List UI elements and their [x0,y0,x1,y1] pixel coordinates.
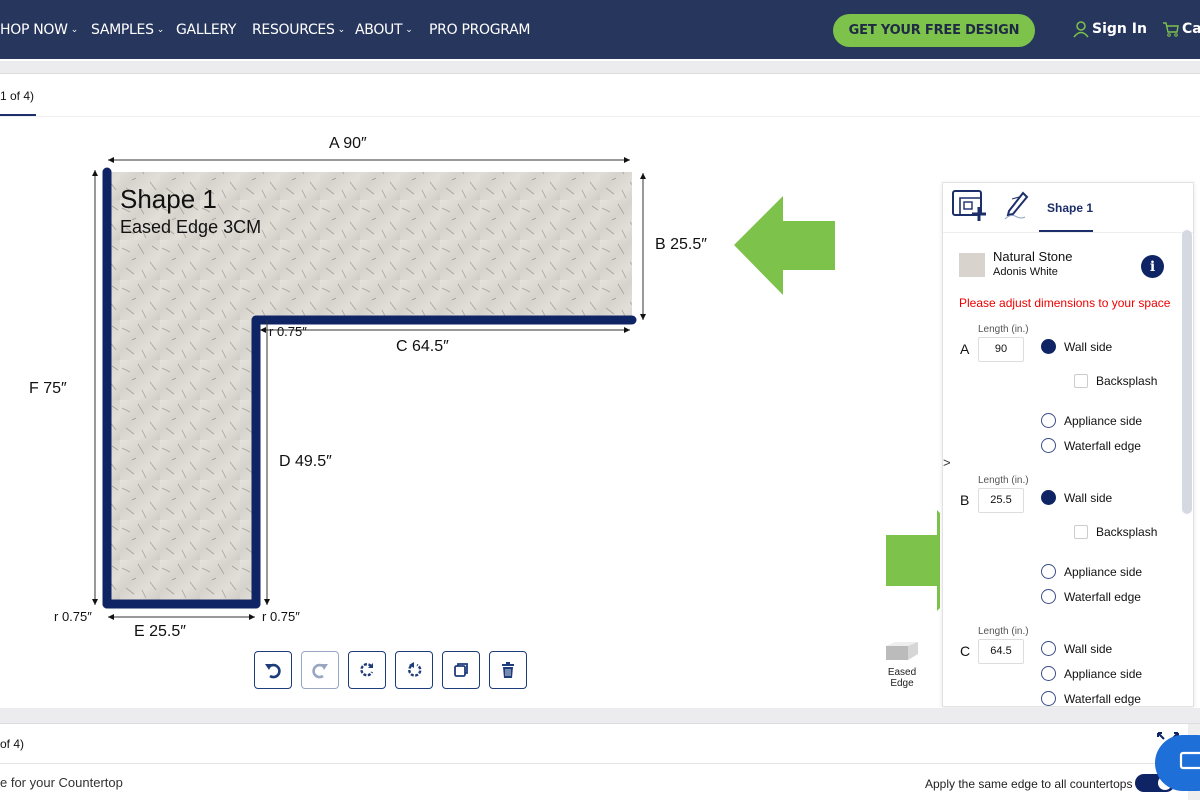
radio[interactable] [1041,691,1056,706]
radius-bottom-left: r 0.75″ [54,609,92,624]
side-letter: A [960,341,970,357]
chevron-right-icon[interactable]: > [943,455,951,470]
option-label: Backsplash [1096,525,1158,539]
rotate-clockwise-icon [360,663,374,677]
rotate-cw-button[interactable] [348,651,386,689]
radio[interactable] [1041,641,1056,656]
length-label: Length (in.) [978,475,1029,486]
radio[interactable] [1041,413,1056,428]
radius-inner: r 0.75″ [269,324,307,339]
green-arrow-left [734,196,835,295]
sign-in-link[interactable]: Sign In [1072,20,1147,38]
radio[interactable] [1041,666,1056,681]
option-backsplash-b[interactable]: Backsplash [1074,525,1157,539]
option-label: Backsplash [1096,374,1158,388]
divider [0,763,1200,764]
option-waterfall-edge-a[interactable]: Waterfall edge [1041,438,1141,453]
option-backsplash-a[interactable]: Backsplash [1074,374,1157,388]
undo-icon [265,663,281,679]
user-icon [1073,21,1089,38]
option-appliance-side-a[interactable]: Appliance side [1041,413,1142,428]
radio-selected[interactable] [1041,490,1056,505]
side-letter: B [960,492,970,508]
checkbox[interactable] [1074,525,1088,539]
option-label: Waterfall edge [1064,589,1141,604]
panel-scrollbar[interactable] [1182,230,1192,514]
length-label: Length (in.) [978,324,1029,335]
radio[interactable] [1041,564,1056,579]
redo-icon [312,663,328,679]
eased-edge-icon [886,642,918,660]
undo-button[interactable] [254,651,292,689]
cart-icon [1163,22,1179,37]
dimension-warning: Please adjust dimensions to your space [959,296,1171,310]
dimension-e[interactable]: E 25.5″ [134,623,186,641]
length-input-c[interactable]: 64.5 [978,639,1024,664]
option-label: Wall side [1064,490,1113,505]
edge-label-line2: Edge [890,678,914,689]
option-label: Waterfall edge [1064,438,1141,453]
panel-header: Shape 1 [943,183,1193,233]
apply-same-edge-label: Apply the same edge to all countertops [925,777,1133,791]
shape-edge-subtitle: Eased Edge 3CM [120,217,262,237]
rotate-counterclockwise-icon [408,662,422,677]
shape-settings-panel: Shape 1 Natural Stone Adonis White i Ple… [942,182,1194,707]
length-label: Length (in.) [978,626,1029,637]
dimension-f[interactable]: F 75″ [29,380,67,398]
material-name: Adonis White [993,266,1058,278]
section-divider [0,708,1200,724]
sign-in-label: Sign In [1092,21,1147,37]
rotate-ccw-button[interactable] [395,651,433,689]
option-wall-side-b[interactable]: Wall side [1041,490,1112,505]
radio[interactable] [1041,438,1056,453]
section-2-header[interactable]: of 4) [0,737,24,751]
tab-shape-1[interactable]: Shape 1 [1047,201,1093,215]
option-waterfall-edge-b[interactable]: Waterfall edge [1041,589,1141,604]
dimension-d[interactable]: D 49.5″ [279,453,332,471]
radius-bottom-right: r 0.75″ [262,609,300,624]
length-input-b[interactable]: 25.5 [978,488,1024,513]
dimension-b[interactable]: B 25.5″ [655,236,707,254]
option-label: Waterfall edge [1064,691,1141,706]
section-3-header: e for your Countertop [0,775,123,790]
cart-link[interactable]: Ca [1162,20,1200,38]
dimension-c[interactable]: C 64.5″ [396,338,449,356]
green-arrow-right [886,510,940,611]
option-label: Appliance side [1064,666,1143,681]
option-waterfall-edge-c[interactable]: Waterfall edge [1041,691,1141,706]
countertop-drawing[interactable] [0,0,940,707]
option-label: Appliance side [1064,413,1143,428]
option-wall-side-c[interactable]: Wall side [1041,641,1112,656]
trash-icon [502,662,514,678]
active-tab-indicator [1039,230,1093,232]
checkbox[interactable] [1074,374,1088,388]
dimension-a[interactable]: A 90″ [329,135,367,153]
material-swatch [959,253,985,277]
duplicate-button[interactable] [442,651,480,689]
length-input-a[interactable]: 90 [978,337,1024,362]
add-shape-icon[interactable] [951,189,987,221]
option-appliance-side-b[interactable]: Appliance side [1041,564,1142,579]
edge-label-line1: Eased [887,667,917,678]
material-type: Natural Stone [993,249,1073,264]
edge-profile-preview[interactable]: Eased Edge [880,640,924,689]
shape-toolbar [254,651,527,689]
option-label: Wall side [1064,339,1113,354]
radio[interactable] [1041,589,1056,604]
option-label: Wall side [1064,641,1113,656]
option-label: Appliance side [1064,564,1143,579]
draw-pencil-icon[interactable] [1001,189,1031,221]
shape-title: Shape 1 [120,184,217,214]
option-wall-side-a[interactable]: Wall side [1041,339,1112,354]
chat-icon [1179,751,1200,770]
redo-button[interactable] [301,651,339,689]
delete-button[interactable] [489,651,527,689]
duplicate-icon [454,663,468,677]
option-appliance-side-c[interactable]: Appliance side [1041,666,1142,681]
cart-label: Ca [1182,21,1200,37]
info-icon[interactable]: i [1141,255,1164,278]
radio-selected[interactable] [1041,339,1056,354]
side-letter: C [960,643,971,659]
